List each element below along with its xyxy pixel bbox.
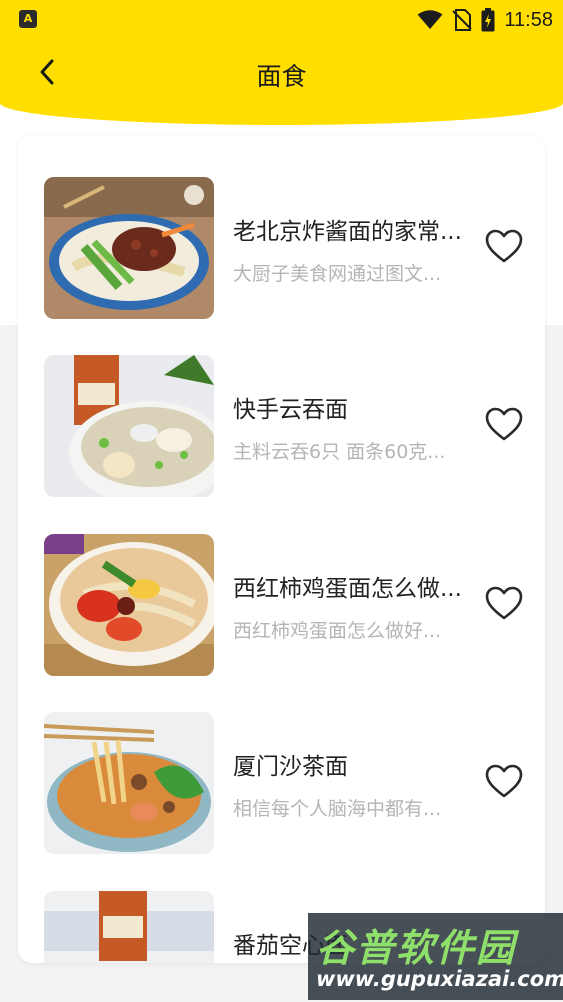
favorite-button[interactable]: [484, 227, 524, 267]
battery-charging-icon: [481, 8, 495, 32]
recipe-title: 老北京炸酱面的家常...: [233, 219, 462, 245]
watermark-url: www.gupuxiazai.com: [316, 967, 563, 991]
recipe-description: 大厨子美食网通过图文...: [233, 263, 442, 285]
recipe-description: 主料云吞6只 面条60克...: [233, 441, 446, 463]
no-sim-icon: [452, 9, 473, 31]
recipe-image: [44, 891, 214, 963]
app-notification-icon: A: [19, 10, 37, 28]
list-item[interactable]: 快手云吞面 主料云吞6只 面条60克...: [18, 355, 545, 497]
recipe-description: 西红柿鸡蛋面怎么做好...: [233, 620, 442, 642]
list-item[interactable]: 厦门沙茶面 相信每个人脑海中都有...: [18, 712, 545, 854]
status-right-group: 11:58: [417, 6, 553, 34]
status-bar: A 11:58: [0, 0, 563, 40]
recipe-description: 相信每个人脑海中都有...: [233, 798, 442, 820]
recipe-list[interactable]: 老北京炸酱面的家常... 大厨子美食网通过图文... 快手云吞面 主料云吞6只 …: [18, 135, 545, 963]
watermark: 谷普软件园 www.gupuxiazai.com: [308, 913, 563, 1000]
heart-outline-icon: [485, 229, 523, 263]
favorite-button[interactable]: [484, 762, 524, 802]
recipe-image: [44, 534, 214, 676]
wifi-icon: [417, 10, 443, 29]
heart-outline-icon: [485, 764, 523, 798]
recipe-title: 西红柿鸡蛋面怎么做...: [233, 576, 462, 602]
heart-outline-icon: [485, 407, 523, 441]
recipe-image: [44, 355, 214, 497]
recipe-title: 快手云吞面: [233, 397, 348, 423]
title-bar: 面食: [0, 45, 563, 101]
list-item[interactable]: 西红柿鸡蛋面怎么做... 西红柿鸡蛋面怎么做好...: [18, 534, 545, 676]
watermark-name: 谷普软件园: [316, 926, 517, 970]
favorite-button[interactable]: [484, 405, 524, 445]
page-title: 面食: [256, 62, 307, 91]
status-time: 11:58: [504, 8, 553, 31]
heart-outline-icon: [485, 586, 523, 620]
recipe-image: [44, 177, 214, 319]
favorite-button[interactable]: [484, 584, 524, 624]
recipe-title: 厦门沙茶面: [233, 754, 348, 780]
list-item[interactable]: 老北京炸酱面的家常... 大厨子美食网通过图文...: [18, 177, 545, 319]
recipe-image: [44, 712, 214, 854]
